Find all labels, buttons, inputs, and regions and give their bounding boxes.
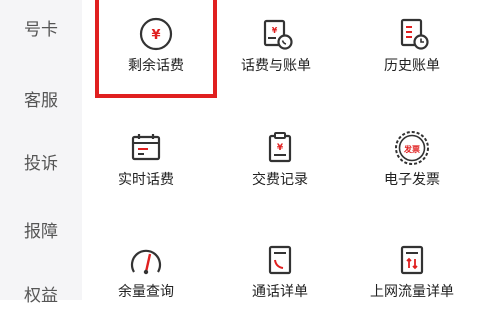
sidebar-item-benefits[interactable]: 权益 (0, 284, 82, 308)
grid-item-e-invoice[interactable]: 发票 电子发票 (352, 114, 472, 204)
grid-item-bill-and-statement[interactable]: ¥ 话费与账单 (216, 0, 336, 90)
calendar-bill-icon (126, 128, 166, 168)
grid-item-label: 电子发票 (384, 172, 440, 188)
highlight-frame (95, 0, 217, 98)
grid-item-call-details[interactable]: 通话详单 (220, 226, 340, 316)
svg-text:¥: ¥ (272, 26, 278, 35)
sidebar-item-fault-report[interactable]: 报障 (0, 220, 82, 244)
grid-item-data-usage-details[interactable]: 上网流量详单 (352, 226, 472, 316)
clipboard-yen-icon: ¥ (260, 128, 300, 168)
grid-item-label: 通话详单 (252, 284, 308, 300)
grid-item-payment-records[interactable]: ¥ 交费记录 (220, 114, 340, 204)
grid-item-label: 实时话费 (118, 172, 174, 188)
grid-item-balance-query[interactable]: 余量查询 (86, 226, 206, 316)
grid-item-label: 历史账单 (384, 58, 440, 74)
grid-item-label: 上网流量详单 (370, 284, 454, 300)
sidebar-item-number-card[interactable]: 号卡 (0, 18, 82, 42)
call-detail-icon (260, 240, 300, 280)
bill-with-phone-icon: ¥ (256, 14, 296, 54)
sidebar-item-complaint[interactable]: 投诉 (0, 152, 82, 176)
sidebar: 号卡 客服 投诉 报障 权益 (0, 0, 82, 306)
grid-item-label: 话费与账单 (241, 58, 311, 74)
grid-item-realtime-charges[interactable]: 实时话费 (86, 114, 206, 204)
bill-history-icon (392, 14, 432, 54)
grid-item-label: 交费记录 (252, 172, 308, 188)
data-detail-icon (392, 240, 432, 280)
grid-item-label: 余量查询 (118, 284, 174, 300)
invoice-badge-text: 发票 (404, 145, 420, 154)
sidebar-item-customer-service[interactable]: 客服 (0, 89, 82, 113)
gauge-icon (126, 240, 166, 280)
svg-text:¥: ¥ (277, 143, 284, 153)
grid-item-bill-history[interactable]: 历史账单 (352, 0, 472, 90)
